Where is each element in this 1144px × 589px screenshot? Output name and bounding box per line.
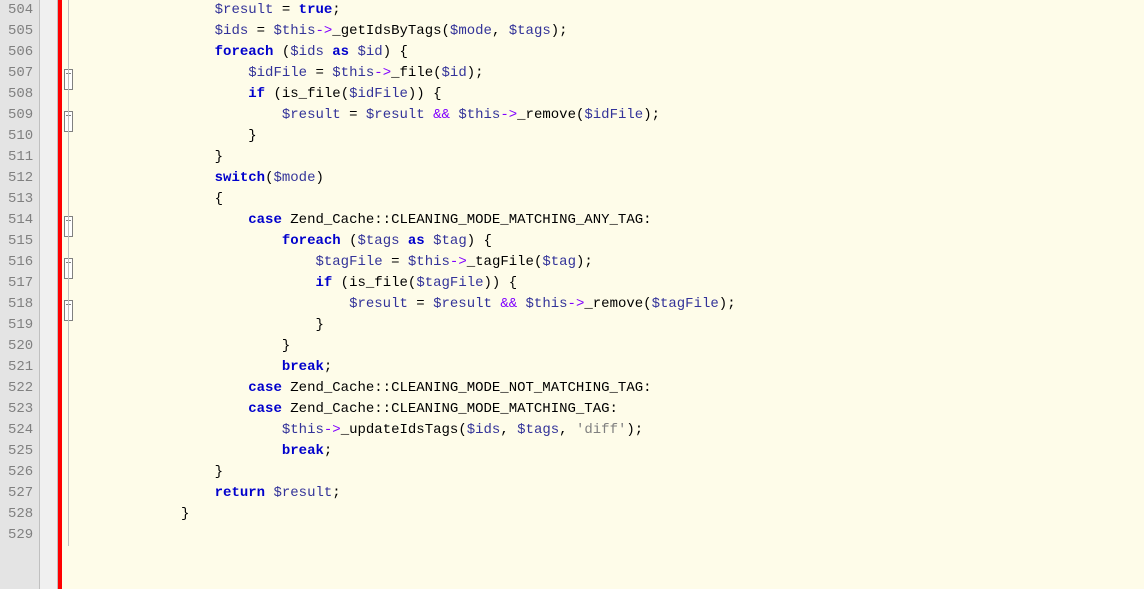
line-number: 505 (8, 21, 33, 42)
code-line[interactable]: $idFile = $this->_file($id); (80, 63, 1144, 84)
fold-cell (62, 462, 76, 483)
margin (40, 0, 58, 589)
code-line[interactable]: break; (80, 441, 1144, 462)
fold-cell (62, 21, 76, 42)
code-line[interactable]: switch($mode) (80, 168, 1144, 189)
code-line[interactable]: case Zend_Cache::CLEANING_MODE_MATCHING_… (80, 210, 1144, 231)
code-line[interactable]: if (is_file($tagFile)) { (80, 273, 1144, 294)
code-line[interactable]: $result = true; (80, 0, 1144, 21)
code-line[interactable]: return $result; (80, 483, 1144, 504)
code-line[interactable]: $result = $result && $this->_remove($tag… (80, 294, 1144, 315)
code-line[interactable]: } (80, 147, 1144, 168)
fold-cell (62, 273, 76, 294)
fold-cell (62, 105, 76, 126)
fold-cell (62, 357, 76, 378)
code-line[interactable] (80, 525, 1144, 546)
fold-cell (62, 168, 76, 189)
line-number: 507 (8, 63, 33, 84)
line-number: 520 (8, 336, 33, 357)
fold-cell (62, 420, 76, 441)
code-line[interactable]: case Zend_Cache::CLEANING_MODE_NOT_MATCH… (80, 378, 1144, 399)
line-number: 510 (8, 126, 33, 147)
code-line[interactable]: $this->_updateIdsTags($ids, $tags, 'diff… (80, 420, 1144, 441)
code-line[interactable]: foreach ($ids as $id) { (80, 42, 1144, 63)
fold-cell (62, 378, 76, 399)
fold-cell (62, 0, 76, 21)
line-number: 512 (8, 168, 33, 189)
code-line[interactable]: { (80, 189, 1144, 210)
code-line[interactable]: $ids = $this->_getIdsByTags($mode, $tags… (80, 21, 1144, 42)
fold-cell (62, 294, 76, 315)
code-line[interactable]: } (80, 315, 1144, 336)
code-line[interactable]: } (80, 462, 1144, 483)
code-line[interactable]: if (is_file($idFile)) { (80, 84, 1144, 105)
line-number: 525 (8, 441, 33, 462)
fold-cell (62, 504, 76, 525)
fold-cell (62, 84, 76, 105)
line-number: 527 (8, 483, 33, 504)
fold-cell (62, 126, 76, 147)
line-number: 513 (8, 189, 33, 210)
line-number: 528 (8, 504, 33, 525)
line-number: 523 (8, 399, 33, 420)
code-line[interactable]: foreach ($tags as $tag) { (80, 231, 1144, 252)
fold-column (62, 0, 76, 589)
line-number: 504 (8, 0, 33, 21)
fold-cell (62, 63, 76, 84)
fold-cell (62, 231, 76, 252)
code-line[interactable]: $tagFile = $this->_tagFile($tag); (80, 252, 1144, 273)
line-number-gutter: 5045055065075085095105115125135145155165… (0, 0, 40, 589)
fold-cell (62, 147, 76, 168)
line-number: 508 (8, 84, 33, 105)
line-number: 506 (8, 42, 33, 63)
code-area[interactable]: $result = true; $ids = $this->_getIdsByT… (76, 0, 1144, 589)
line-number: 526 (8, 462, 33, 483)
fold-cell (62, 210, 76, 231)
code-editor: 5045055065075085095105115125135145155165… (0, 0, 1144, 589)
fold-cell (62, 525, 76, 546)
fold-cell (62, 189, 76, 210)
line-number: 509 (8, 105, 33, 126)
fold-cell (62, 42, 76, 63)
code-line[interactable]: } (80, 336, 1144, 357)
code-line[interactable]: $result = $result && $this->_remove($idF… (80, 105, 1144, 126)
fold-cell (62, 315, 76, 336)
line-number: 522 (8, 378, 33, 399)
line-number: 517 (8, 273, 33, 294)
fold-cell (62, 399, 76, 420)
fold-cell (62, 336, 76, 357)
line-number: 518 (8, 294, 33, 315)
code-line[interactable]: case Zend_Cache::CLEANING_MODE_MATCHING_… (80, 399, 1144, 420)
line-number: 521 (8, 357, 33, 378)
fold-cell (62, 483, 76, 504)
line-number: 514 (8, 210, 33, 231)
line-number: 511 (8, 147, 33, 168)
fold-cell (62, 252, 76, 273)
code-line[interactable]: } (80, 126, 1144, 147)
line-number: 524 (8, 420, 33, 441)
line-number: 519 (8, 315, 33, 336)
line-number: 529 (8, 525, 33, 546)
line-number: 516 (8, 252, 33, 273)
line-number: 515 (8, 231, 33, 252)
code-line[interactable]: break; (80, 357, 1144, 378)
fold-cell (62, 441, 76, 462)
code-line[interactable]: } (80, 504, 1144, 525)
